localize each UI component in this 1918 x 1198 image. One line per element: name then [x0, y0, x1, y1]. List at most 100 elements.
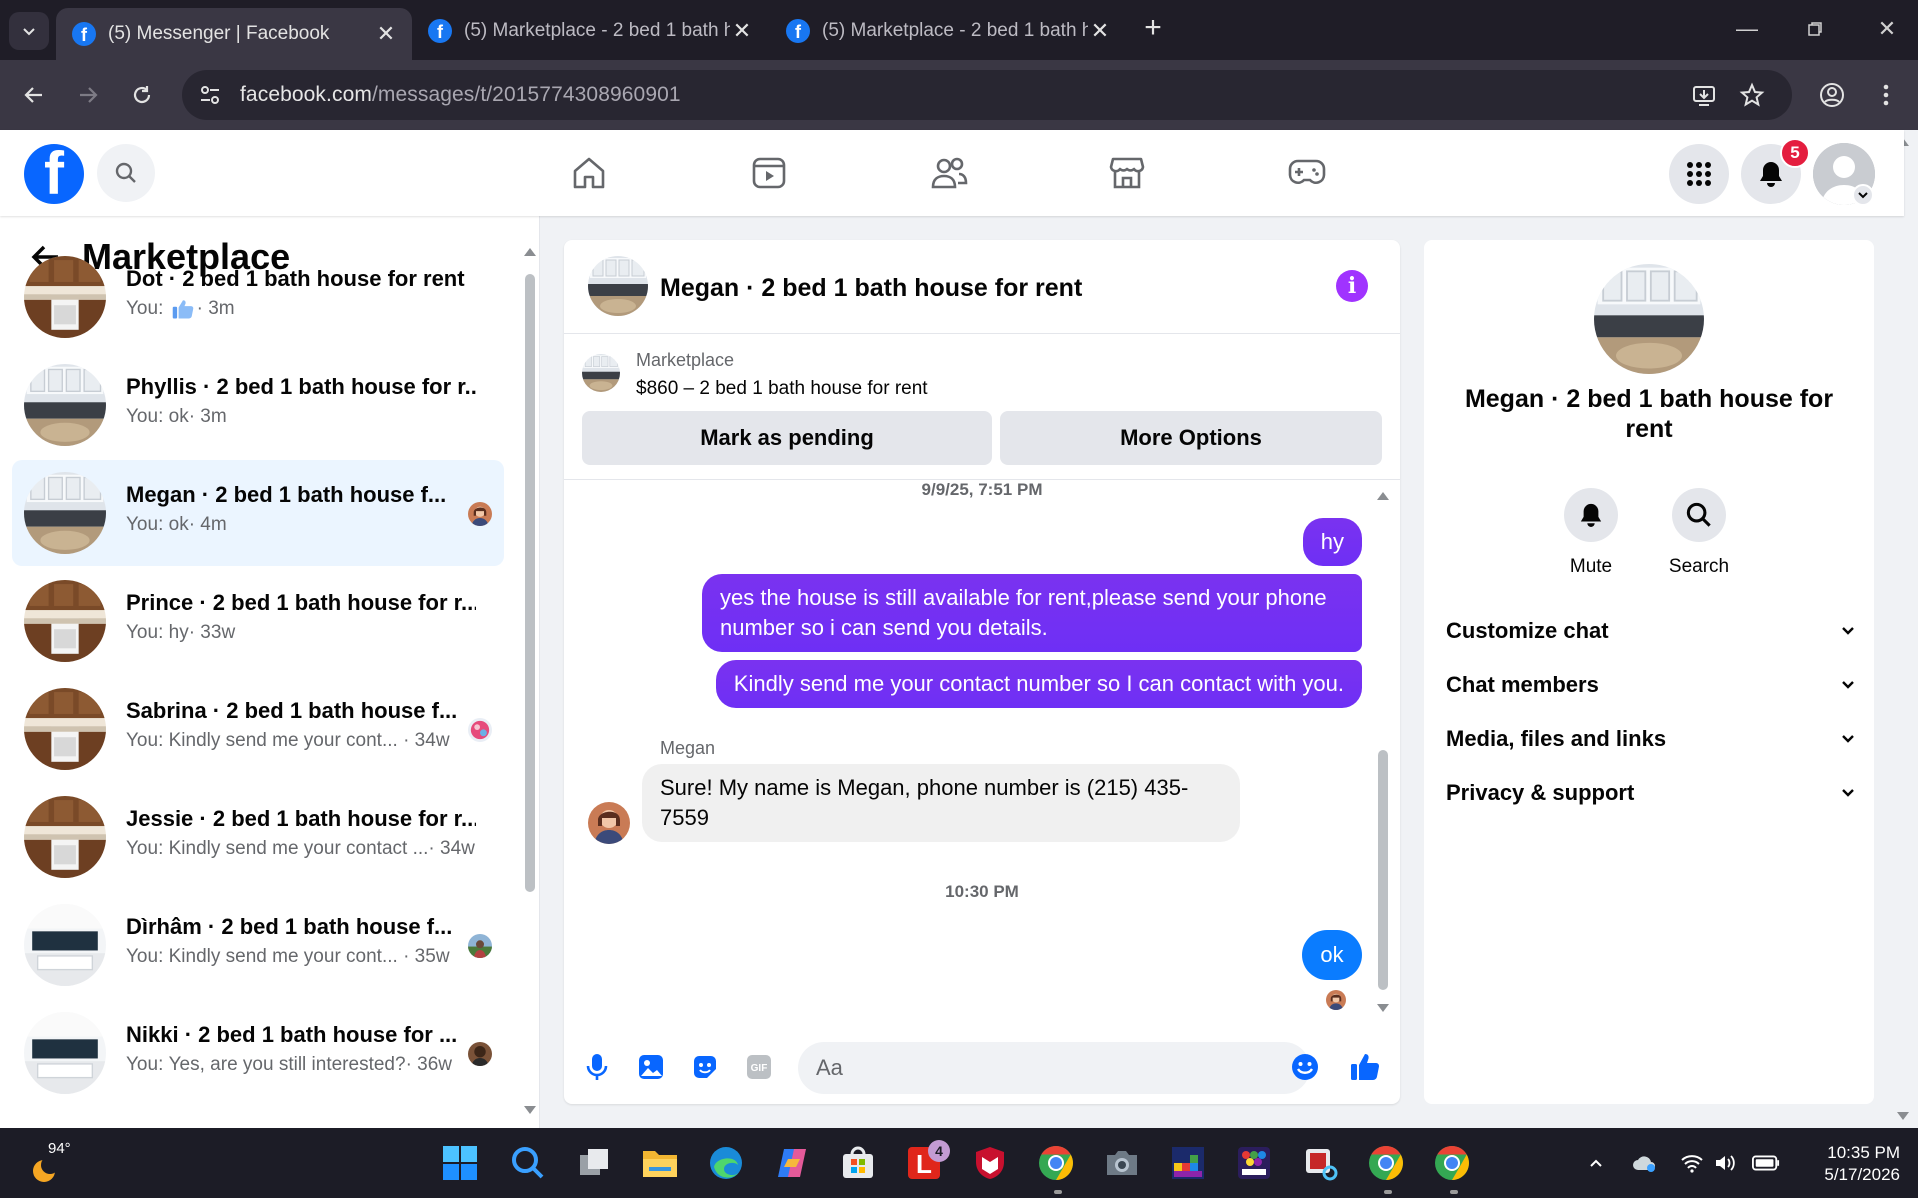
show-hidden-icons-button[interactable] [1582, 1149, 1610, 1177]
nav-marketplace-button[interactable] [1098, 144, 1156, 202]
tab-close-icon[interactable]: ✕ [374, 21, 398, 46]
preview-text: ok [168, 514, 189, 535]
chrome-profile-1-button[interactable] [1034, 1141, 1078, 1185]
microsoft-store-button[interactable] [836, 1141, 880, 1185]
nav-friends-button[interactable] [920, 144, 978, 202]
chat-scrollbar[interactable] [1376, 490, 1390, 1020]
nav-gaming-button[interactable] [1278, 144, 1336, 202]
task-view-button[interactable] [572, 1141, 616, 1185]
tab-marketplace-1[interactable]: f (5) Marketplace - 2 bed 1 bath h ✕ [412, 8, 768, 54]
conversation-item[interactable]: Phyllis · 2 bed 1 bath house for r... You… [12, 352, 504, 458]
conversation-scrollbar[interactable] [522, 246, 536, 1116]
system-clock[interactable]: 10:35 PM 5/17/2026 [1800, 1142, 1900, 1186]
copilot-button[interactable] [770, 1141, 814, 1185]
customize-chat-row[interactable]: Customize chat [1446, 606, 1856, 656]
account-chevron-icon[interactable] [1852, 184, 1874, 206]
bubble-game-button[interactable] [1232, 1141, 1276, 1185]
voice-clip-icon[interactable] [580, 1050, 614, 1084]
chat-avatar[interactable] [588, 256, 648, 316]
reload-button[interactable] [124, 77, 160, 113]
mark-as-pending-button[interactable]: Mark as pending [582, 411, 992, 465]
more-options-button[interactable]: More Options [1000, 411, 1382, 465]
message-outgoing[interactable]: yes the house is still available for ren… [702, 574, 1362, 652]
snipping-tool-button[interactable] [1298, 1141, 1342, 1185]
site-info-icon[interactable] [192, 77, 228, 113]
install-app-icon[interactable] [1686, 77, 1722, 113]
profile-icon[interactable] [1814, 77, 1850, 113]
mcafee-button[interactable] [968, 1141, 1012, 1185]
nav-home-button[interactable] [560, 144, 618, 202]
preview-prefix: You: [126, 1054, 169, 1075]
facebook-logo-icon[interactable]: f [24, 144, 84, 204]
tab-close-icon[interactable]: ✕ [730, 18, 754, 43]
camera-button[interactable] [1100, 1141, 1144, 1185]
chat-title[interactable]: Megan · 2 bed 1 bath house for rent [660, 274, 1082, 303]
listing-title[interactable]: $860 – 2 bed 1 bath house for rent [636, 378, 928, 400]
listing-thumbnail[interactable] [582, 354, 620, 392]
battery-icon[interactable] [1752, 1149, 1780, 1177]
facebook-search-button[interactable] [97, 144, 155, 202]
mute-button[interactable]: Mute [1546, 488, 1636, 578]
chrome-profile-3-button[interactable] [1430, 1141, 1474, 1185]
conversation-item[interactable]: Prince · 2 bed 1 bath house for r... You:… [12, 568, 504, 674]
emoji-icon[interactable] [1288, 1050, 1322, 1084]
chat-info-avatar[interactable] [1594, 264, 1704, 374]
photo-attach-icon[interactable] [634, 1050, 668, 1084]
new-tab-button[interactable]: + [1138, 13, 1168, 44]
scrollbar-thumb[interactable] [525, 274, 535, 892]
volume-icon[interactable] [1712, 1149, 1740, 1177]
message-input[interactable]: Aa [798, 1042, 1310, 1094]
taskbar-search-button[interactable] [506, 1141, 550, 1185]
message-outgoing[interactable]: hy [1302, 518, 1362, 566]
address-bar[interactable]: facebook.com/messages/t/2015774308960901 [182, 70, 1792, 120]
privacy-support-row[interactable]: Privacy & support [1446, 768, 1856, 818]
close-window-button[interactable]: ✕ [1872, 14, 1902, 44]
conversation-item[interactable]: Dìrhâm · 2 bed 1 bath house f... You: Kin… [12, 892, 504, 998]
chevron-up-icon [1590, 1159, 1602, 1167]
tab-messenger[interactable]: f (5) Messenger | Facebook ✕ [56, 8, 412, 60]
menu-grid-button[interactable] [1669, 144, 1729, 204]
conversation-item[interactable]: Jessie · 2 bed 1 bath house for r... You:… [12, 784, 504, 890]
message-outgoing[interactable]: ok [1302, 930, 1362, 980]
like-send-icon[interactable] [1348, 1050, 1382, 1084]
restore-button[interactable] [1800, 14, 1830, 44]
sender-avatar[interactable] [588, 802, 630, 844]
tab-search-button[interactable] [9, 12, 49, 50]
start-button[interactable] [438, 1141, 482, 1185]
edge-browser-button[interactable] [704, 1141, 748, 1185]
weather-widget[interactable]: 94° [28, 1140, 71, 1187]
scroll-down-icon[interactable] [1376, 1002, 1390, 1014]
info-icon[interactable]: i [1336, 270, 1368, 302]
chrome-profile-2-button[interactable] [1364, 1141, 1408, 1185]
tab-marketplace-2[interactable]: f (5) Marketplace - 2 bed 1 bath h ✕ [770, 8, 1126, 54]
tetris-game-button[interactable] [1166, 1141, 1210, 1185]
bookmark-star-icon[interactable] [1734, 77, 1770, 113]
browser-menu-icon[interactable] [1868, 77, 1904, 113]
page-scrollbar[interactable] [1896, 136, 1910, 1122]
scroll-up-icon[interactable] [523, 246, 537, 258]
file-explorer-button[interactable] [638, 1141, 682, 1185]
scroll-down-icon[interactable] [1896, 1110, 1910, 1122]
conversation-item[interactable]: Megan · 2 bed 1 bath house f... You: ok · … [12, 460, 504, 566]
media-files-links-row[interactable]: Media, files and links [1446, 714, 1856, 764]
nav-video-button[interactable] [740, 144, 798, 202]
conversation-preview: You: Kindly send me your contact ... · 34… [126, 838, 475, 860]
forward-button[interactable] [70, 77, 106, 113]
scrollbar-thumb[interactable] [1378, 750, 1388, 990]
gif-icon[interactable]: GIF [742, 1050, 776, 1084]
tab-close-icon[interactable]: ✕ [1088, 18, 1112, 43]
conversation-item[interactable]: Sabrina · 2 bed 1 bath house f... You: Ki… [12, 676, 504, 782]
sticker-icon[interactable] [688, 1050, 722, 1084]
minimize-button[interactable]: — [1732, 14, 1762, 44]
message-outgoing[interactable]: Kindly send me your contact number so I … [715, 660, 1362, 708]
back-button[interactable] [16, 77, 52, 113]
wifi-icon[interactable] [1678, 1149, 1706, 1177]
search-in-chat-button[interactable]: Search [1654, 488, 1744, 578]
chat-members-row[interactable]: Chat members [1446, 660, 1856, 710]
scroll-up-icon[interactable] [1376, 490, 1390, 502]
conversation-item[interactable]: Nikki · 2 bed 1 bath house for ... You: Y… [12, 1000, 504, 1106]
cloud-tray-icon[interactable] [1630, 1149, 1658, 1177]
conversation-item[interactable]: Dot · 2 bed 1 bath house for rent You: · … [12, 244, 504, 350]
message-incoming[interactable]: Sure! My name is Megan, phone number is … [642, 764, 1240, 842]
scroll-down-icon[interactable] [523, 1104, 537, 1116]
